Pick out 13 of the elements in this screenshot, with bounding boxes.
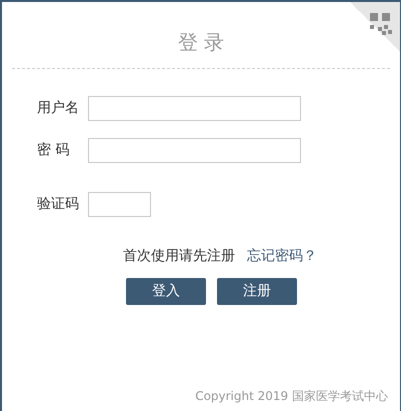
input-field[interactable] bbox=[88, 192, 151, 217]
field-label: 用户名 bbox=[36, 99, 80, 118]
forgot-password-link[interactable]: 忘记密码？ bbox=[247, 246, 317, 267]
input-field[interactable] bbox=[88, 96, 301, 121]
qr-code-icon[interactable] bbox=[370, 13, 392, 35]
register-button[interactable]: 注册 bbox=[217, 278, 297, 305]
copyright-text: Copyright 2019 国家医学考试中心 bbox=[195, 388, 388, 405]
login-title: 登 录 bbox=[178, 29, 224, 56]
login-button[interactable]: 登入 bbox=[126, 278, 206, 305]
field-label: 密 码 bbox=[36, 141, 70, 160]
register-hint: 首次使用请先注册 bbox=[123, 247, 235, 266]
input-field[interactable] bbox=[88, 138, 301, 163]
field-label: 验证码 bbox=[36, 195, 80, 214]
